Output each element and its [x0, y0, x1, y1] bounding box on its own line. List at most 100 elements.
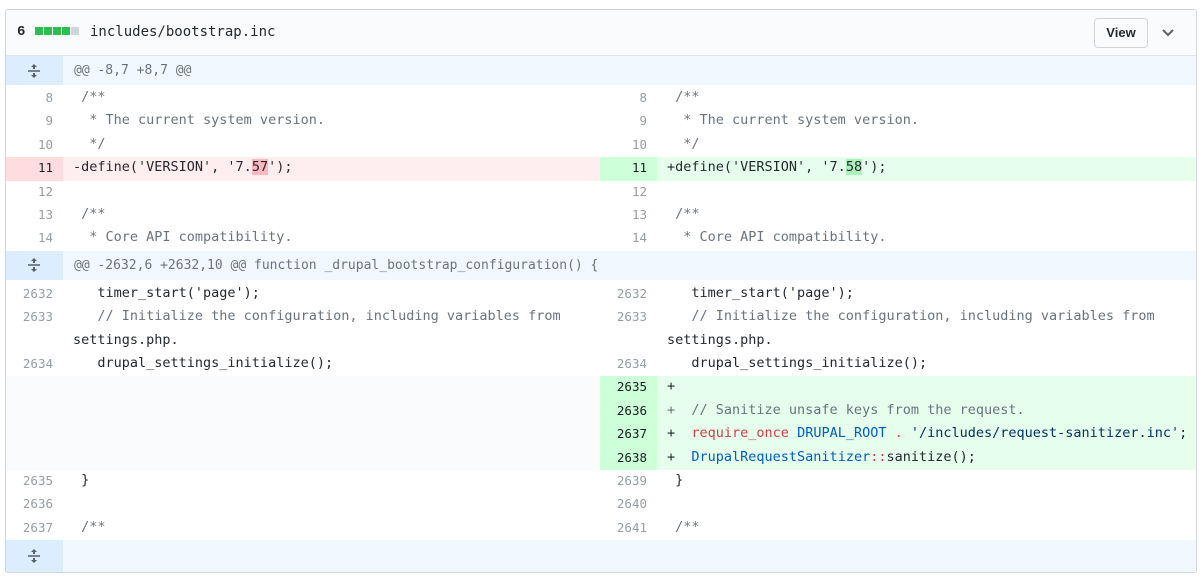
- code-text: /**: [73, 518, 106, 535]
- code-text: +: [667, 425, 692, 442]
- changed-chars: 58: [845, 159, 863, 176]
- code-text: // Initialize the configuration, includi…: [667, 308, 1155, 325]
- code-content: + DrupalRequestSanitizer::sanitize();: [667, 447, 1196, 470]
- diff-file: 6 includes/bootstrap.inc View @@ -8,7 +8…: [5, 9, 1197, 573]
- code-cell: */: [63, 134, 603, 157]
- line-number-text: 9: [45, 113, 53, 129]
- code-cell: +: [657, 376, 1196, 400]
- line-number[interactable]: 13: [6, 204, 63, 227]
- line-number[interactable]: 9: [6, 110, 63, 133]
- code-text: settings.php.: [667, 331, 773, 348]
- keyword: require_once: [691, 425, 789, 442]
- line-number-text: 2633: [616, 309, 647, 325]
- line-number[interactable]: [6, 423, 63, 447]
- line-number[interactable]: 2637: [600, 423, 657, 447]
- constant: DrupalRequestSanitizer: [691, 448, 871, 465]
- line-number[interactable]: 2632: [6, 283, 63, 306]
- line-number-text: 2639: [616, 473, 647, 488]
- code-cell: drupal_settings_initialize();: [63, 353, 603, 376]
- line-number-text: 2634: [616, 356, 647, 371]
- code-content: [73, 493, 603, 516]
- line-number[interactable]: 10: [6, 134, 63, 157]
- view-file-button[interactable]: View: [1094, 18, 1148, 48]
- line-number[interactable]: 2632: [600, 283, 657, 306]
- line-number[interactable]: 8: [6, 87, 63, 110]
- line-number[interactable]: 2634: [600, 353, 657, 376]
- line-number-text: 2635: [22, 473, 53, 488]
- code-line: drupal_settings_initialize();: [667, 355, 927, 371]
- code-cell: /**: [63, 517, 603, 540]
- code-cell: * Core API compatibility.: [657, 227, 1196, 250]
- code-cell: + DrupalRequestSanitizer::sanitize();: [657, 446, 1196, 470]
- code-content: /**: [667, 87, 1196, 110]
- code-text: }: [73, 472, 90, 488]
- expand-button[interactable]: [6, 540, 63, 572]
- line-number[interactable]: 14: [6, 227, 63, 250]
- line-number-text: 12: [631, 183, 647, 199]
- code-line: /**: [73, 206, 106, 222]
- line-number[interactable]: 11: [6, 157, 63, 181]
- line-number[interactable]: 11: [600, 157, 657, 181]
- code-cell: [63, 399, 603, 424]
- code-content: [667, 493, 1196, 516]
- line-number[interactable]: 8: [600, 87, 657, 110]
- context-row: 9 * The current system version. 9 * The c…: [6, 110, 1196, 133]
- line-number[interactable]: 2640: [600, 493, 657, 516]
- expand-button[interactable]: [6, 56, 63, 85]
- code-cell: timer_start('page');: [63, 283, 603, 306]
- line-number[interactable]: 2635: [6, 470, 63, 493]
- line-number-text: 2636: [616, 402, 647, 418]
- code-text: ');: [862, 159, 887, 176]
- line-number[interactable]: 2635: [600, 376, 657, 400]
- expand-button[interactable]: [6, 250, 63, 280]
- code-text: sanitize();: [886, 448, 976, 465]
- code-text: // Initialize the configuration, includi…: [73, 308, 561, 325]
- line-number[interactable]: [6, 399, 63, 424]
- line-number[interactable]: 14: [600, 227, 657, 250]
- code-line: }: [73, 472, 89, 488]
- line-number[interactable]: 9: [600, 110, 657, 133]
- line-number[interactable]: 13: [600, 204, 657, 227]
- code-cell: // Initialize the configuration, includi…: [63, 306, 603, 353]
- line-number[interactable]: 2641: [600, 517, 657, 540]
- line-number[interactable]: 2634: [6, 353, 63, 376]
- line-number-text: 2632: [616, 285, 647, 301]
- code-cell: }: [657, 470, 1196, 493]
- code-cell: /**: [63, 204, 603, 227]
- line-number-text: 2638: [616, 449, 647, 465]
- hunk-row: @@ -8,7 +8,7 @@: [6, 56, 1196, 85]
- diffstat-block: [35, 27, 43, 35]
- chevron-down-icon[interactable]: [1158, 22, 1178, 42]
- diffstat-bar: [35, 27, 80, 37]
- code-line: // Initialize the configuration, includi…: [667, 308, 1155, 325]
- line-number[interactable]: 10: [600, 134, 657, 157]
- hunk-header: @@ -2632,6 +2632,10 @@ function _drupal_…: [74, 257, 599, 273]
- line-number[interactable]: 12: [600, 181, 657, 204]
- line-number[interactable]: 2636: [6, 493, 63, 516]
- line-number[interactable]: [6, 446, 63, 470]
- line-number[interactable]: 2637: [6, 517, 63, 540]
- code-line: /**: [667, 519, 699, 535]
- line-number[interactable]: 2633: [600, 306, 657, 353]
- line-number[interactable]: 12: [6, 181, 63, 204]
- code-content: /**: [73, 204, 603, 227]
- line-number[interactable]: 2639: [600, 470, 657, 493]
- code-line: */: [667, 136, 699, 152]
- code-content: * The current system version.: [73, 110, 603, 133]
- code-text: /**: [73, 206, 106, 222]
- code-line: + // Sanitize unsafe keys from the reque…: [667, 402, 1025, 418]
- line-number[interactable]: 2636: [600, 399, 657, 424]
- code-line: * The current system version.: [667, 112, 919, 128]
- line-number[interactable]: 2633: [6, 306, 63, 353]
- code-line: /**: [667, 206, 699, 222]
- line-number[interactable]: 2638: [600, 446, 657, 470]
- code-line: /**: [73, 518, 106, 535]
- code-text: * The current system version.: [667, 112, 919, 129]
- code-content: [667, 181, 1196, 204]
- code-text: /**: [73, 89, 106, 105]
- file-path[interactable]: includes/bootstrap.inc: [90, 24, 275, 40]
- line-number[interactable]: [6, 376, 63, 400]
- code-text: +: [667, 378, 676, 395]
- context-row: 2634 drupal_settings_initialize(); 2634 d…: [6, 353, 1196, 376]
- code-text: ;: [1179, 425, 1188, 442]
